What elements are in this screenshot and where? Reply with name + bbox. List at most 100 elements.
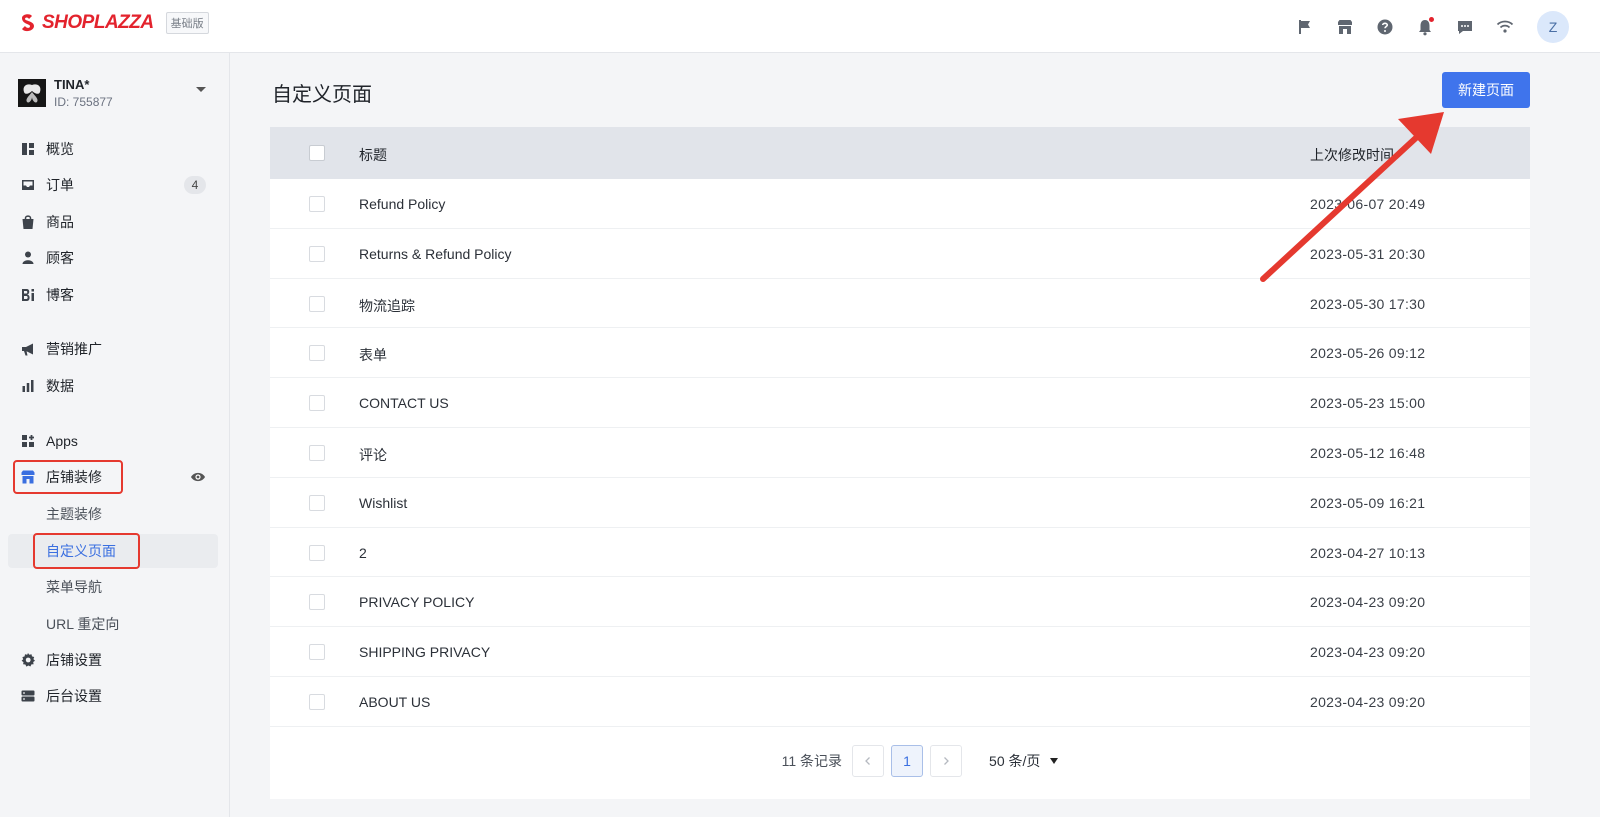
modified-time: 2023-05-31 20:30 — [1310, 245, 1426, 262]
column-header-title[interactable]: 标题 — [359, 145, 387, 165]
wifi-icon[interactable] — [1485, 7, 1525, 47]
row-checkbox[interactable] — [309, 345, 325, 362]
table-row[interactable]: ABOUT US 2023-04-23 09:20 — [270, 677, 1530, 727]
modified-time: 2023-06-07 20:49 — [1310, 196, 1426, 212]
gear-icon — [20, 652, 36, 668]
page-title-link[interactable]: Returns & Refund Policy — [359, 246, 512, 262]
sidebar-item-label: 概览 — [46, 141, 74, 157]
pages-table: 标题 上次修改时间 Refund Policy 2023-06-07 20:49 R… — [270, 127, 1530, 799]
select-all-checkbox[interactable] — [309, 145, 325, 161]
modified-time: 2023-04-23 09:20 — [1310, 594, 1426, 611]
sidebar-item-label: 数据 — [46, 378, 74, 394]
page-title-link[interactable]: Refund Policy — [359, 196, 445, 212]
apps-icon — [20, 433, 36, 449]
sidebar-item-label: Apps — [46, 433, 78, 449]
table-body: Refund Policy 2023-06-07 20:49 Returns & R… — [270, 179, 1530, 727]
row-checkbox[interactable] — [309, 245, 325, 262]
row-checkbox[interactable] — [309, 395, 325, 412]
caret-down-icon[interactable] — [196, 87, 206, 92]
sidebar-item-admin-settings[interactable]: 后台设置 — [8, 680, 218, 712]
table-row[interactable]: 表单 2023-05-26 09:12 — [270, 328, 1530, 379]
row-checkbox[interactable] — [309, 594, 325, 611]
annotation-highlight-store-design — [13, 460, 123, 494]
new-page-button[interactable]: 新建页面 — [1442, 72, 1530, 108]
next-page-button[interactable] — [930, 745, 963, 777]
sidebar-item-orders[interactable]: 订单 4 — [8, 169, 218, 201]
row-checkbox[interactable] — [309, 295, 325, 312]
row-checkbox[interactable] — [309, 494, 325, 511]
table-row[interactable]: SHIPPING PRIVACY 2023-04-23 09:20 — [270, 627, 1530, 677]
sidebar-item-overview[interactable]: 概览 — [8, 133, 218, 165]
table-row[interactable]: CONTACT US 2023-05-23 15:00 — [270, 378, 1530, 428]
row-checkbox[interactable] — [309, 196, 325, 212]
pagination: 11 条记录 1 50 条/页 — [270, 743, 1530, 779]
store-switcher[interactable]: TINA* ID: 755877 — [18, 76, 210, 110]
row-checkbox[interactable] — [309, 444, 325, 461]
store-icon[interactable] — [1325, 7, 1365, 47]
store-logo — [18, 79, 46, 107]
sidebar-item-label: 博客 — [46, 287, 74, 303]
avatar[interactable]: Z — [1537, 10, 1569, 43]
column-header-modified[interactable]: 上次修改时间 — [1310, 145, 1394, 165]
page-title-link[interactable]: 2 — [359, 545, 367, 561]
page-title-link[interactable]: 表单 — [359, 345, 387, 365]
server-icon — [20, 688, 36, 704]
row-checkbox[interactable] — [309, 644, 325, 661]
sidebar: TINA* ID: 755877 概览 订单 4 商品 顾客 博客 营销推广 数… — [0, 53, 230, 817]
page-title-link[interactable]: SHIPPING PRIVACY — [359, 644, 490, 660]
eye-icon[interactable] — [190, 470, 206, 484]
sidebar-item-label: 后台设置 — [46, 688, 102, 704]
page-title-link[interactable]: Wishlist — [359, 495, 407, 511]
message-icon[interactable] — [1445, 7, 1485, 47]
table-row[interactable]: 评论 2023-05-12 16:48 — [270, 428, 1530, 478]
flag-icon[interactable] — [1285, 7, 1325, 47]
sidebar-item-store-settings[interactable]: 店铺设置 — [8, 644, 218, 676]
modified-time: 2023-05-23 15:00 — [1310, 395, 1426, 412]
bar-chart-icon — [20, 378, 36, 394]
page-title-link[interactable]: PRIVACY POLICY — [359, 594, 474, 610]
sidebar-item-label: 店铺设置 — [46, 652, 102, 668]
brand-name: SHOPLAZZA — [42, 12, 154, 33]
modified-time: 2023-05-26 09:12 — [1310, 345, 1426, 362]
table-row[interactable]: Refund Policy 2023-06-07 20:49 — [270, 179, 1530, 229]
table-row[interactable]: Returns & Refund Policy 2023-05-31 20:30 — [270, 229, 1530, 279]
page-number-button[interactable]: 1 — [891, 745, 924, 777]
sidebar-item-label: 营销推广 — [46, 341, 102, 357]
sidebar-subitem-menu-navigation[interactable]: 菜单导航 — [8, 570, 218, 604]
page-title-link[interactable]: 物流追踪 — [359, 296, 415, 316]
row-checkbox[interactable] — [309, 544, 325, 561]
page-size-value: 50 条/页 — [989, 753, 1041, 769]
shoplazza-logo[interactable]: SHOPLAZZA 基础版 — [18, 12, 209, 34]
sidebar-subitem-theme[interactable]: 主题装修 — [8, 497, 218, 531]
table-row[interactable]: PRIVACY POLICY 2023-04-23 09:20 — [270, 577, 1530, 628]
store-id: ID: 755877 — [54, 95, 113, 109]
row-checkbox[interactable] — [309, 693, 325, 710]
megaphone-icon — [20, 341, 36, 357]
modified-time: 2023-05-12 16:48 — [1310, 444, 1426, 461]
page-title-link[interactable]: 评论 — [359, 445, 387, 465]
page-title-link[interactable]: CONTACT US — [359, 395, 449, 411]
inbox-icon — [20, 177, 36, 193]
sidebar-subitem-url-redirect[interactable]: URL 重定向 — [8, 607, 218, 641]
help-icon[interactable] — [1365, 7, 1405, 47]
table-row[interactable]: Wishlist 2023-05-09 16:21 — [270, 478, 1530, 528]
page-size-select[interactable]: 50 条/页 — [989, 751, 1059, 771]
sidebar-item-marketing[interactable]: 营销推广 — [8, 333, 218, 365]
plan-badge: 基础版 — [165, 12, 209, 34]
sidebar-item-customers[interactable]: 顾客 — [8, 242, 218, 274]
sidebar-item-label: 顾客 — [46, 250, 74, 266]
sidebar-item-blog[interactable]: 博客 — [8, 279, 218, 311]
table-row[interactable]: 2 2023-04-27 10:13 — [270, 528, 1530, 578]
page-title-link[interactable]: ABOUT US — [359, 694, 430, 710]
sidebar-item-analytics[interactable]: 数据 — [8, 370, 218, 402]
top-bar: SHOPLAZZA 基础版 Z — [0, 0, 1600, 53]
table-header: 标题 上次修改时间 — [270, 127, 1530, 179]
modified-time: 2023-04-23 09:20 — [1310, 693, 1426, 710]
person-icon — [20, 250, 36, 266]
prev-page-button[interactable] — [852, 745, 885, 777]
sidebar-item-label: 商品 — [46, 214, 74, 230]
sidebar-item-products[interactable]: 商品 — [8, 206, 218, 238]
sidebar-item-apps[interactable]: Apps — [8, 425, 218, 457]
bell-icon[interactable] — [1405, 7, 1445, 47]
table-row[interactable]: 物流追踪 2023-05-30 17:30 — [270, 279, 1530, 329]
